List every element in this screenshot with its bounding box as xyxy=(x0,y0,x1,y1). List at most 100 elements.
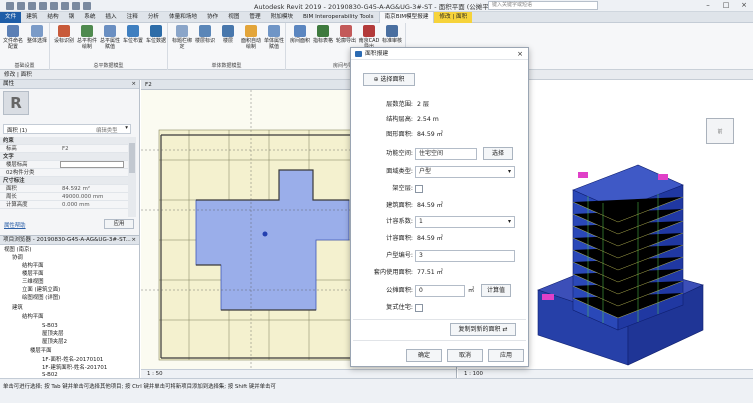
browser-header: 项目浏览器 - 20190830-G45-A-AG&UG-3#-ST... × xyxy=(0,236,139,245)
tab-bim-interop[interactable]: BIM Interoperability Tools xyxy=(298,12,379,23)
capacity-area-label: 计容面积: xyxy=(386,235,413,242)
undo-icon[interactable] xyxy=(28,1,36,10)
ok-button[interactable]: 确定 xyxy=(406,349,442,362)
scrollbar[interactable] xyxy=(128,137,136,217)
apply-button[interactable]: 应用 xyxy=(104,219,134,229)
select-all-button[interactable]: 整体选择 xyxy=(25,25,49,44)
prop-row[interactable]: 楼层标高 xyxy=(0,161,128,169)
floor-button[interactable]: 楼层 xyxy=(216,25,240,44)
standard-review-button[interactable]: 标准审核 xyxy=(380,25,404,44)
close-icon[interactable]: × xyxy=(131,236,136,245)
select-function-button[interactable]: 选择 xyxy=(483,147,513,160)
save-icon[interactable] xyxy=(17,1,25,10)
tab-collaborate[interactable]: 协作 xyxy=(202,12,223,23)
tab-annotate[interactable]: 注释 xyxy=(122,12,143,23)
tab-modify-area[interactable]: 修改 | 面积 xyxy=(434,11,473,23)
tab-structure[interactable]: 结构 xyxy=(42,12,63,23)
function-field[interactable]: 住宅空间 xyxy=(415,148,477,160)
tree-node[interactable]: 协调 xyxy=(12,255,23,262)
cancel-button[interactable]: 取消 xyxy=(447,349,483,362)
index-table-button[interactable]: 指标表格 xyxy=(311,25,335,44)
tab-nanjing-bim[interactable]: 南京BIM模型报建 xyxy=(378,11,435,23)
room-area-button[interactable]: 房间面积 xyxy=(288,25,312,44)
tab-view[interactable]: 视图 xyxy=(223,12,244,23)
tree-node[interactable]: 立面 (建筑立面) xyxy=(22,287,60,294)
group-title: 单体数据模型 xyxy=(211,63,242,69)
height-value: 2.54 m xyxy=(417,116,439,123)
close-icon[interactable]: × xyxy=(131,80,136,89)
group-title: 总平数据模型 xyxy=(93,63,124,69)
tree-node[interactable]: 结构平面 xyxy=(22,314,44,321)
open-icon[interactable] xyxy=(6,1,14,10)
redo-icon[interactable] xyxy=(39,1,47,10)
identify-button[interactable]: 设标识别 xyxy=(52,25,76,44)
select-area-button[interactable]: ⊕ 选择面积 xyxy=(363,73,415,86)
tree-node[interactable]: 视图 (南京) xyxy=(4,247,31,254)
viewcube-icon[interactable]: 前 xyxy=(706,118,734,144)
tab-massing[interactable]: 体量和场地 xyxy=(164,12,202,23)
3d-view-icon[interactable] xyxy=(83,1,91,10)
tab-analyze[interactable]: 分析 xyxy=(143,12,164,23)
minimize-button[interactable]: – xyxy=(699,0,717,11)
tab-architecture[interactable]: 建筑 xyxy=(21,12,42,23)
floor-mark-button[interactable]: 楼层标识 xyxy=(193,25,217,44)
auto-area-button[interactable]: 面积自动绘制 xyxy=(239,25,263,50)
prop-row[interactable]: 标高 F2 xyxy=(0,145,128,153)
properties-header: 属性 × xyxy=(0,80,139,89)
tab-file[interactable]: 文件 xyxy=(0,11,22,23)
raised-floor-checkbox[interactable] xyxy=(415,185,423,193)
close-icon[interactable]: × xyxy=(517,48,523,60)
quick-access-toolbar[interactable] xyxy=(6,1,91,10)
calculate-button[interactable]: 计算值 xyxy=(481,284,511,297)
tree-node[interactable]: 绘图视图 (详图) xyxy=(22,295,60,302)
text-icon[interactable] xyxy=(72,1,80,10)
tree-node[interactable]: 1F-建筑面积-姓名-201701 xyxy=(42,365,107,372)
duplex-checkbox[interactable] xyxy=(415,304,423,312)
file-naming-button[interactable]: 文件命名配置 xyxy=(1,25,25,50)
site-draw-button[interactable]: 总平构件绘制 xyxy=(75,25,99,50)
tree-node[interactable]: 结构平面 xyxy=(22,263,44,270)
tree-node[interactable]: 楼层平面 xyxy=(22,271,44,278)
tab-addins[interactable]: 附加模块 xyxy=(266,12,298,23)
region-type-label: 面域类型: xyxy=(386,168,413,175)
titleblock-button[interactable]: 标题栏绑定 xyxy=(170,25,194,50)
view-control-bar[interactable]: 1 : 50 xyxy=(141,369,456,378)
room-icon xyxy=(294,25,306,37)
settings-icon xyxy=(7,25,19,37)
tree-node[interactable]: 1F-面积-姓名-20170101 xyxy=(42,357,103,364)
ribbon-group-building: 标题栏绑定 楼层标识 楼层 面积自动绘制 单体属性赋值 单体数据模型 xyxy=(168,23,286,70)
floor-icon xyxy=(199,25,211,37)
view-control-bar[interactable]: 1 : 100 xyxy=(458,369,753,378)
close-button[interactable]: × xyxy=(735,0,753,11)
prop-row: 计算高度 0.000 mm xyxy=(0,201,128,209)
parking-data-button[interactable]: 车位数据 xyxy=(144,25,168,44)
tab-systems[interactable]: 系统 xyxy=(79,12,100,23)
region-type-select[interactable]: 户型 ▾ xyxy=(415,166,515,178)
cad-icon xyxy=(363,25,375,37)
outline-export-button[interactable]: 轮廓导出 xyxy=(334,25,358,44)
dialog-apply-button[interactable]: 应用 xyxy=(488,349,524,362)
tab-insert[interactable]: 插入 xyxy=(100,12,121,23)
site-attr-button[interactable]: 总平属性赋值 xyxy=(98,25,122,50)
prop-row[interactable]: 02构件分类 xyxy=(0,169,128,177)
tree-node[interactable]: S-B03 xyxy=(42,323,58,330)
shared-area-field[interactable]: 0 xyxy=(415,285,465,297)
edit-type-button[interactable]: 编辑类型 xyxy=(96,126,118,134)
tree-node[interactable]: 建筑 xyxy=(12,305,23,312)
parking-layout-button[interactable]: 车位布置 xyxy=(121,25,145,44)
tree-node[interactable]: 三维视图 xyxy=(22,279,44,286)
unit-number-field[interactable]: 3 xyxy=(415,250,515,262)
properties-help-link[interactable]: 属性帮助 xyxy=(4,221,26,229)
tree-node[interactable]: 屋顶夹层2 xyxy=(42,339,67,346)
tab-manage[interactable]: 管理 xyxy=(244,12,265,23)
coefficient-select[interactable]: 1 ▾ xyxy=(415,216,515,228)
copy-to-new-area-button[interactable]: 复制到新的面积 ⇄ xyxy=(450,323,516,336)
measure-icon[interactable] xyxy=(61,1,69,10)
tab-steel[interactable]: 钢 xyxy=(64,12,80,23)
tree-node[interactable]: 屋顶夹层 xyxy=(42,331,64,338)
print-icon[interactable] xyxy=(50,1,58,10)
building-attr-button[interactable]: 单体属性赋值 xyxy=(262,25,286,50)
tree-node[interactable]: 楼层平面 xyxy=(30,348,52,355)
search-input[interactable]: 键入关键字或短语 xyxy=(488,1,598,10)
maximize-button[interactable]: □ xyxy=(717,0,735,11)
